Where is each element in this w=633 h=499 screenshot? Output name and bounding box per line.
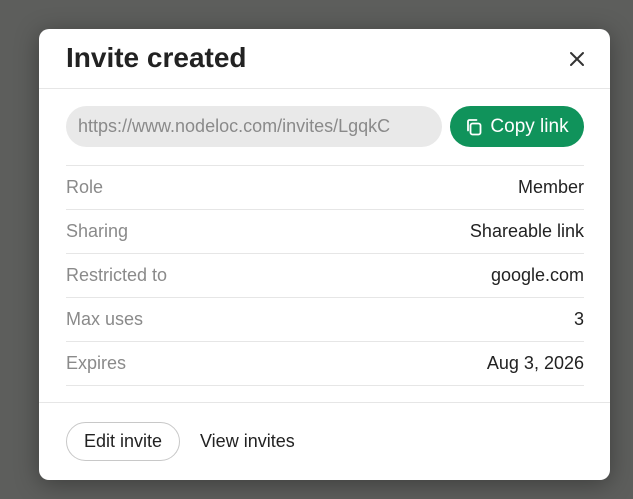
edit-invite-button[interactable]: Edit invite [66, 422, 180, 461]
detail-label: Role [66, 177, 104, 197]
invite-modal: Invite created Copy link Role Member [39, 29, 610, 480]
modal-footer: Edit invite View invites [39, 402, 610, 480]
detail-row-restricted-to: Restricted to google.com [66, 254, 584, 298]
detail-row-role: Role Member [66, 166, 584, 210]
detail-label: Restricted to [66, 265, 168, 285]
invite-link-row: Copy link [66, 106, 584, 147]
detail-label: Max uses [66, 309, 144, 329]
detail-label: Expires [66, 353, 127, 373]
detail-value: Shareable link [469, 221, 584, 241]
view-invites-button[interactable]: View invites [200, 422, 295, 461]
modal-title: Invite created [66, 42, 247, 73]
detail-row-expires: Expires Aug 3, 2026 [66, 342, 584, 386]
copy-link-label: Copy link [490, 115, 569, 137]
close-icon [563, 45, 591, 73]
detail-row-max-uses: Max uses 3 [66, 298, 584, 342]
close-button[interactable] [563, 45, 591, 73]
detail-value: Member [517, 177, 584, 197]
copy-link-button[interactable]: Copy link [450, 106, 584, 147]
detail-value: Aug 3, 2026 [486, 353, 584, 373]
invite-details: Role Member Sharing Shareable link Restr… [66, 165, 584, 386]
detail-row-sharing: Sharing Shareable link [66, 210, 584, 254]
invite-link-field[interactable] [66, 106, 442, 147]
detail-value: 3 [573, 309, 584, 329]
copy-icon [465, 118, 483, 136]
modal-header: Invite created [39, 29, 610, 89]
detail-label: Sharing [66, 221, 129, 241]
detail-value: google.com [490, 265, 584, 285]
